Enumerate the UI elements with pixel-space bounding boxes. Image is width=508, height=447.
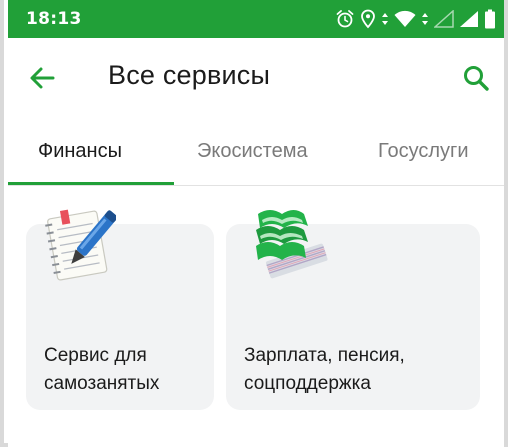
alarm-icon [336,10,354,28]
back-button[interactable] [26,62,58,94]
tab-finance[interactable]: Финансы [38,140,122,163]
service-card-self-employed[interactable]: Сервис для самозанятых [26,209,214,410]
category-tabs: Финансы Экосистема Госуслуги [8,116,504,186]
data-arrows-icon [382,13,388,25]
search-icon [464,66,489,91]
tab-gosuslugi[interactable]: Госуслуги [378,140,469,163]
search-button[interactable] [460,62,492,94]
active-tab-indicator [8,182,174,185]
tab-ecosystem[interactable]: Экосистема [197,140,308,163]
service-card-label: Сервис для самозанятых [44,345,160,394]
service-card-salary-pension[interactable]: Зарплата, пенсия, соцподдержка [226,210,480,410]
phone-screen: 18:13 Все сервисы Финансы Экосистема Гос… [0,0,508,447]
service-card-label: Зарплата, пенсия, соцподдержка [244,345,405,394]
status-time: 18:13 [26,9,82,29]
money-stack-icon [256,210,328,279]
wifi-icon [394,10,416,27]
data-arrows-icon-2 [422,13,428,25]
arrow-left-icon [30,67,55,89]
battery-icon [485,9,495,29]
location-icon [361,9,375,29]
notepad-pen-icon [45,209,116,281]
signal-empty-icon [434,10,454,28]
status-icons [335,7,496,31]
app-bar: Все сервисы [8,38,504,116]
services-grid: Сервис для самозанятых Зарплата, пенсия,… [8,187,504,447]
signal-icon [460,11,478,27]
page-title: Все сервисы [108,60,271,90]
status-bar: 18:13 [8,0,504,38]
